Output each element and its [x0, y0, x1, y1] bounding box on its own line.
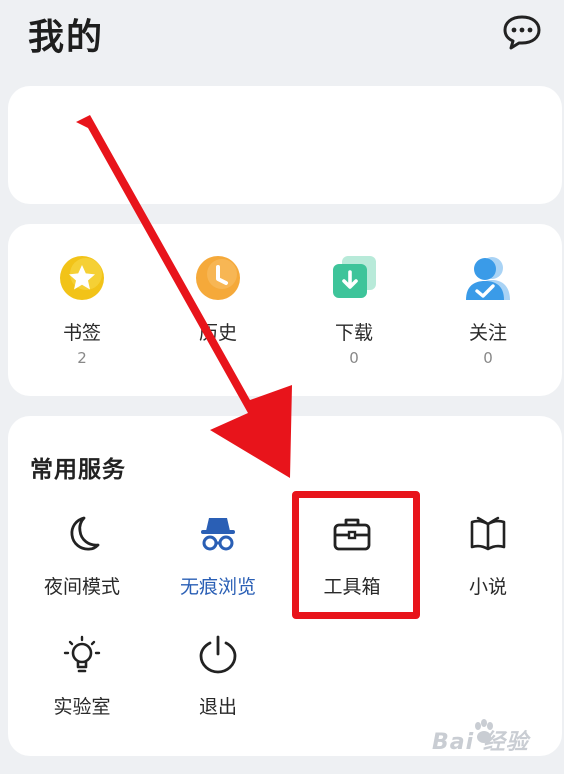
downloads-entry[interactable]: 下载 0 — [284, 254, 424, 367]
profile-card[interactable] — [8, 86, 562, 204]
service-label: 实验室 — [53, 696, 111, 718]
service-label: 无痕浏览 — [179, 576, 256, 598]
stat-count: 0 — [349, 349, 359, 367]
chat-bubble-icon[interactable] — [502, 12, 542, 52]
lab-item[interactable]: 实验室 — [14, 634, 150, 719]
service-label: 小说 — [468, 576, 507, 598]
stat-count: 2 — [77, 349, 87, 367]
baidu-paw-icon — [475, 719, 493, 743]
star-icon — [60, 256, 104, 300]
incognito-icon — [201, 518, 235, 551]
bookmarks-entry[interactable]: 书签 2 — [12, 254, 152, 367]
power-icon — [199, 635, 237, 674]
watermark: Bai 经验 — [432, 716, 552, 760]
download-icon — [333, 256, 376, 298]
moon-icon — [70, 516, 100, 551]
exit-item[interactable]: 退出 — [150, 634, 286, 719]
service-label: 退出 — [198, 696, 237, 718]
stat-label: 下载 — [334, 322, 373, 344]
stat-label: 关注 — [468, 322, 507, 344]
stat-label: 书签 — [62, 322, 101, 344]
user-check-icon — [466, 257, 510, 300]
services-card: 常用服务 夜间模式 无痕浏览 工具箱 小说 实验室 退出 — [8, 416, 562, 756]
lightbulb-icon — [63, 635, 101, 673]
following-entry[interactable]: 关注 0 — [418, 254, 558, 367]
clock-icon — [196, 256, 240, 300]
service-label: 夜间模式 — [43, 576, 120, 598]
stats-card: 书签 2 历史 下载 0 关注 0 — [8, 224, 562, 396]
stat-label: 历史 — [198, 322, 237, 344]
stat-count: 0 — [483, 349, 493, 367]
history-entry[interactable]: 历史 — [148, 254, 288, 349]
annotation-highlight-box — [292, 491, 420, 619]
page-title: 我的 — [28, 17, 105, 58]
night-mode-item[interactable]: 夜间模式 — [14, 514, 150, 599]
services-title: 常用服务 — [30, 457, 126, 483]
incognito-item[interactable]: 无痕浏览 — [150, 514, 286, 599]
header: 我的 — [0, 0, 564, 80]
novel-item[interactable]: 小说 — [420, 514, 556, 599]
book-icon — [470, 516, 506, 551]
